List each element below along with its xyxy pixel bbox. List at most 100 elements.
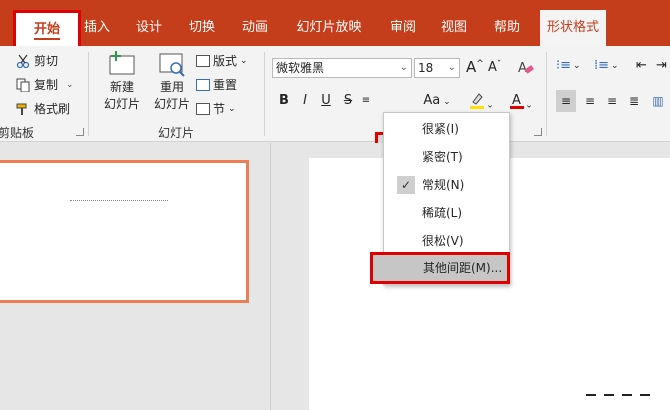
font-color-icon: A <box>509 90 525 118</box>
tab-insert[interactable]: 插入 <box>82 10 112 46</box>
reset-label: 重置 <box>213 78 238 92</box>
tab-animations[interactable]: 动画 <box>240 10 270 46</box>
thumbnail-placeholder-line <box>70 200 168 201</box>
reuse-slides-button[interactable]: 重用 幻灯片 <box>150 50 194 112</box>
scissors-icon <box>16 54 30 68</box>
tab-help[interactable]: 帮助 <box>492 10 522 46</box>
reuse-slides-label-2: 幻灯片 <box>153 97 190 111</box>
tab-design[interactable]: 设计 <box>134 10 164 46</box>
font-name-dropdown-icon[interactable]: ⌄ <box>400 59 408 77</box>
character-spacing-menu: 很紧(I) 紧密(T) ✓ 常规(N) 稀疏(L) 很松(V) 其他间距(M).… <box>370 112 510 285</box>
justify-button[interactable]: ≣ <box>624 90 644 112</box>
numbering-button[interactable]: ⁞≡ ⌄ <box>594 58 619 73</box>
highlight-color-button[interactable]: ⌄ <box>464 90 498 112</box>
tab-view[interactable]: 视图 <box>439 10 469 46</box>
bullets-icon: ⁝≡ <box>556 58 572 73</box>
font-launcher-icon[interactable] <box>534 128 542 136</box>
tab-active-underline <box>34 38 60 40</box>
tab-review[interactable]: 审阅 <box>388 10 418 46</box>
align-center-button[interactable]: ≡ <box>580 90 600 112</box>
increase-indent-icon: ⇥ <box>656 58 667 73</box>
shrink-font-button[interactable]: Aˇ <box>488 59 502 76</box>
italic-button[interactable]: I <box>298 90 312 112</box>
copy-button[interactable]: 复制 ⌄ <box>16 76 74 93</box>
shadow-icon: ≡ <box>361 95 371 106</box>
cut-button[interactable]: 剪切 <box>16 52 58 69</box>
format-painter-button[interactable]: 格式刷 <box>16 100 70 117</box>
clear-format-button[interactable]: A <box>516 58 534 79</box>
font-size-value: 18 <box>418 61 434 75</box>
change-case-label: Aa <box>423 93 441 108</box>
tab-home[interactable]: 开始 <box>13 10 81 49</box>
clipboard-launcher-icon[interactable] <box>76 128 84 136</box>
menu-item-normal[interactable]: ✓ 常规(N) <box>385 171 508 199</box>
format-painter-label: 格式刷 <box>34 102 71 116</box>
menu-item-normal-label: 常规(N) <box>422 178 465 192</box>
clipboard-group-label: 剪贴板 <box>0 126 35 140</box>
menu-item-very-tight[interactable]: 很紧(I) <box>385 115 508 143</box>
font-color-dropdown-icon: ⌄ <box>525 100 533 111</box>
grow-font-label: A <box>466 58 477 76</box>
pane-splitter[interactable] <box>270 143 271 410</box>
font-size-dropdown-icon[interactable]: ⌄ <box>448 59 456 77</box>
shape-dashed-border <box>622 394 632 396</box>
layout-button[interactable]: 版式 ⌄ <box>196 52 248 69</box>
menu-item-tight[interactable]: 紧密(T) <box>385 143 508 171</box>
strikethrough-button[interactable]: S <box>340 90 356 112</box>
columns-icon: ▥ <box>652 94 664 108</box>
bullets-dropdown-icon: ⌄ <box>573 60 581 71</box>
ribbon: 剪切 复制 ⌄ 格式刷 剪贴板 新建 幻灯片 重用 幻灯片 版式 ⌄ 重置 节 … <box>0 46 670 158</box>
copy-icon <box>16 78 30 92</box>
menu-item-very-loose[interactable]: 很松(V) <box>385 227 508 255</box>
tab-slideshow[interactable]: 幻灯片放映 <box>294 10 364 46</box>
section-label: 节 <box>213 102 226 116</box>
menu-item-loose[interactable]: 稀疏(L) <box>385 199 508 227</box>
shape-dashed-border <box>640 394 650 396</box>
underline-button[interactable]: U <box>318 90 334 112</box>
tab-transitions[interactable]: 切换 <box>187 10 217 46</box>
tab-home-label: 开始 <box>33 22 60 37</box>
shrink-font-caret-icon: ˇ <box>496 59 502 70</box>
title-bar <box>0 0 670 10</box>
group-divider <box>88 52 89 136</box>
decrease-indent-icon: ⇤ <box>636 58 647 73</box>
clear-format-icon: A <box>516 58 534 79</box>
svg-text:A: A <box>512 93 521 108</box>
align-left-button[interactable]: ≡ <box>556 90 576 112</box>
font-name-input[interactable]: 微软雅黑 ⌄ <box>272 58 412 78</box>
decrease-indent-button[interactable]: ⇤ <box>636 58 647 73</box>
font-name-value: 微软雅黑 <box>276 61 325 75</box>
layout-label: 版式 <box>213 54 238 68</box>
copy-dropdown-icon[interactable]: ⌄ <box>66 80 74 90</box>
new-slide-label-1: 新建 <box>109 80 134 94</box>
bold-button[interactable]: B <box>276 90 292 112</box>
group-divider <box>546 52 547 136</box>
new-slide-icon <box>107 50 137 78</box>
align-right-icon: ≡ <box>606 94 618 108</box>
slide-thumbnail[interactable] <box>0 160 249 303</box>
change-case-button[interactable]: Aa ⌄ <box>422 90 452 112</box>
justify-icon: ≣ <box>628 94 640 108</box>
section-button[interactable]: 节 ⌄ <box>196 100 236 117</box>
increase-indent-button[interactable]: ⇥ <box>656 58 667 73</box>
grow-font-button[interactable]: A ^ <box>466 58 484 76</box>
bullets-button[interactable]: ⁝≡ ⌄ <box>556 58 581 73</box>
layout-icon <box>196 54 210 67</box>
reuse-slides-label-1: 重用 <box>159 80 184 94</box>
svg-text:A: A <box>518 61 527 76</box>
shadow-button[interactable]: ≡ <box>360 90 372 112</box>
grow-font-caret-icon: ^ <box>476 59 484 69</box>
font-size-input[interactable]: 18 ⌄ <box>414 58 460 78</box>
menu-item-more-spacing[interactable]: 其他间距(M)... <box>370 252 510 284</box>
align-right-button[interactable]: ≡ <box>602 90 622 112</box>
layout-dropdown-icon: ⌄ <box>240 55 248 66</box>
shrink-font-label: A <box>488 60 497 75</box>
tab-shape-format[interactable]: 形状格式 <box>540 10 606 46</box>
copy-label: 复制 <box>34 78 59 92</box>
align-left-icon: ≡ <box>560 94 572 108</box>
font-color-button[interactable]: A ⌄ <box>504 90 538 112</box>
new-slide-button[interactable]: 新建 幻灯片 <box>96 50 148 112</box>
columns-button[interactable]: ▥ <box>648 90 668 112</box>
new-slide-label-2: 幻灯片 <box>103 97 140 111</box>
reset-button[interactable]: 重置 <box>196 76 237 93</box>
